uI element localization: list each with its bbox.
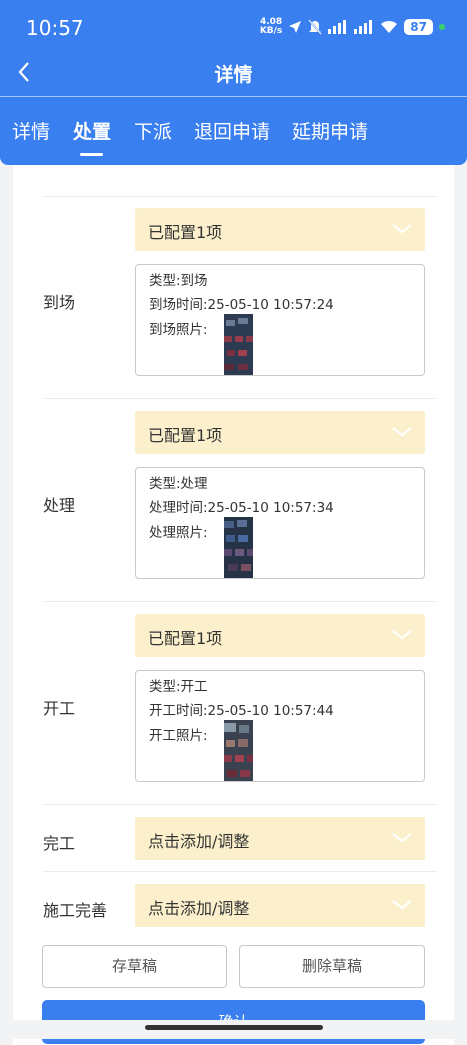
start-work-label: 开工 xyxy=(43,699,76,718)
arrival-label: 到场 xyxy=(43,293,76,312)
content-card: 已配置1项 到场 类型:到场 到场时间:25-05-10 10:57:24 到场… xyxy=(13,165,454,1045)
arrival-record[interactable]: 类型:到场 到场时间:25-05-10 10:57:24 到场照片: xyxy=(135,264,425,376)
tab-handle[interactable]: 处置 xyxy=(73,117,111,144)
signal-icon xyxy=(328,20,347,34)
status-bar: 10:57 4.08 KB/s 87 xyxy=(0,0,467,52)
nav-bar: 详情 xyxy=(0,52,467,96)
status-icons: 4.08 KB/s 87 xyxy=(260,16,445,38)
page-title: 详情 xyxy=(214,64,253,86)
tab-details[interactable]: 详情 xyxy=(12,117,50,144)
complete-select[interactable]: 点击添加/调整 xyxy=(135,817,425,860)
divider xyxy=(43,398,437,399)
divider xyxy=(43,196,437,197)
chevron-down-icon xyxy=(392,833,412,843)
network-speed: 4.08 KB/s xyxy=(259,17,283,36)
location-icon xyxy=(289,21,302,33)
tab-extension-request[interactable]: 延期申请 xyxy=(292,117,368,144)
wifi-icon xyxy=(381,20,398,33)
status-time: 10:57 xyxy=(26,16,84,40)
home-indicator[interactable] xyxy=(145,1025,323,1030)
process-record[interactable]: 类型:处理 处理时间:25-05-10 10:57:34 处理照片: xyxy=(135,467,425,579)
divider xyxy=(43,804,437,805)
complete-label: 完工 xyxy=(43,834,76,853)
chevron-down-icon xyxy=(392,630,412,640)
header: 10:57 4.08 KB/s 87 详情 详情 处置 下派 退回申请 延期申请 xyxy=(0,0,467,165)
tab-bar: 详情 处置 下派 退回申请 延期申请 xyxy=(0,97,467,163)
start-work-photo-thumbnail[interactable] xyxy=(224,720,253,781)
improve-label: 施工完善 xyxy=(43,901,108,920)
save-draft-button[interactable]: 存草稿 xyxy=(42,945,227,988)
mute-bell-icon xyxy=(308,19,323,35)
arrival-select[interactable]: 已配置1项 xyxy=(135,208,425,251)
tab-return-request[interactable]: 退回申请 xyxy=(194,117,270,144)
battery-indicator: 87 xyxy=(404,19,433,35)
chevron-down-icon xyxy=(392,427,412,437)
start-work-record[interactable]: 类型:开工 开工时间:25-05-10 10:57:44 开工照片: xyxy=(135,670,425,782)
chevron-down-icon xyxy=(392,224,412,234)
process-label: 处理 xyxy=(43,496,76,515)
process-photo-thumbnail[interactable] xyxy=(224,517,253,578)
process-select[interactable]: 已配置1项 xyxy=(135,411,425,454)
improve-select[interactable]: 点击添加/调整 xyxy=(135,884,425,927)
arrival-photo-thumbnail[interactable] xyxy=(224,314,253,375)
divider xyxy=(43,601,437,602)
start-work-select[interactable]: 已配置1项 xyxy=(135,614,425,657)
active-tab-indicator xyxy=(80,153,103,156)
chevron-down-icon xyxy=(392,900,412,910)
delete-draft-button[interactable]: 删除草稿 xyxy=(239,945,425,988)
signal-icon-2 xyxy=(354,20,373,34)
divider xyxy=(43,871,437,872)
tab-dispatch[interactable]: 下派 xyxy=(134,117,172,144)
privacy-dot xyxy=(439,24,445,30)
